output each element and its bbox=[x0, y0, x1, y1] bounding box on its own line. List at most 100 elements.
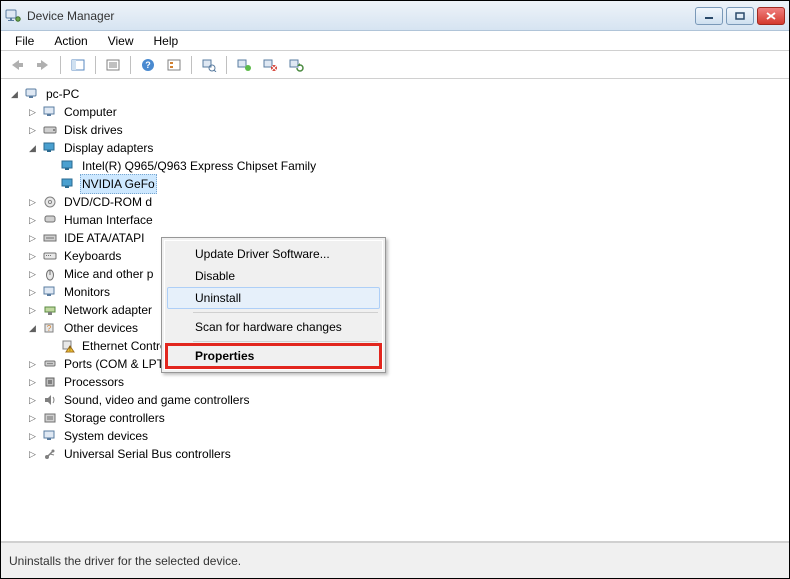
tree-item-hid[interactable]: ▷ Human Interface bbox=[27, 211, 785, 229]
forward-arrow-icon bbox=[35, 58, 51, 72]
tree-item-ethernet-controller[interactable]: ▷ ! Ethernet Controller bbox=[45, 337, 785, 355]
tree-item-disk-drives[interactable]: ▷ Disk drives bbox=[27, 121, 785, 139]
tree-item-other-devices[interactable]: ◢ ? Other devices bbox=[27, 319, 785, 337]
context-uninstall[interactable]: Uninstall bbox=[167, 287, 380, 309]
expand-icon[interactable]: ▷ bbox=[27, 377, 38, 388]
device-tree: ◢ pc-PC ▷ Computer ▷ bbox=[5, 85, 785, 463]
toolbar-forward-button[interactable] bbox=[31, 54, 55, 76]
tree-label: Monitors bbox=[62, 283, 112, 301]
expand-icon[interactable]: ▷ bbox=[27, 395, 38, 406]
minimize-button[interactable] bbox=[695, 7, 723, 25]
storage-icon bbox=[42, 410, 58, 426]
collapse-icon[interactable]: ◢ bbox=[27, 323, 38, 334]
tree-item-nvidia-adapter[interactable]: ▷ NVIDIA GeFo bbox=[45, 175, 785, 193]
titlebar: Device Manager bbox=[1, 1, 789, 31]
toolbar-help-button[interactable]: ? bbox=[136, 54, 160, 76]
collapse-icon[interactable]: ◢ bbox=[9, 89, 20, 100]
tree-item-ports[interactable]: ▷ Ports (COM & LPT) bbox=[27, 355, 785, 373]
maximize-button[interactable] bbox=[726, 7, 754, 25]
expand-icon[interactable]: ▷ bbox=[27, 413, 38, 424]
tree-label: Storage controllers bbox=[62, 409, 167, 427]
tree-item-storage[interactable]: ▷ Storage controllers bbox=[27, 409, 785, 427]
close-button[interactable] bbox=[757, 7, 785, 25]
app-icon bbox=[5, 8, 21, 24]
tree-item-system-devices[interactable]: ▷ System devices bbox=[27, 427, 785, 445]
network-icon bbox=[42, 302, 58, 318]
toolbar-separator bbox=[191, 56, 192, 74]
device-tree-panel[interactable]: ◢ pc-PC ▷ Computer ▷ bbox=[1, 79, 789, 542]
toolbar-show-hide-button[interactable] bbox=[66, 54, 90, 76]
tree-item-mice[interactable]: ▷ Mice and other p bbox=[27, 265, 785, 283]
toolbar-back-button[interactable] bbox=[5, 54, 29, 76]
computer-category-icon bbox=[42, 104, 58, 120]
tree-label: Human Interface bbox=[62, 211, 155, 229]
tree-item-dvd[interactable]: ▷ DVD/CD-ROM d bbox=[27, 193, 785, 211]
svg-text:?: ? bbox=[145, 60, 151, 70]
expand-icon[interactable]: ▷ bbox=[27, 233, 38, 244]
svg-text:?: ? bbox=[47, 324, 52, 333]
tree-item-display-adapters[interactable]: ◢ Display adapters bbox=[27, 139, 785, 157]
tree-item-keyboards[interactable]: ▷ Keyboards bbox=[27, 247, 785, 265]
tree-item-network[interactable]: ▷ Network adapter bbox=[27, 301, 785, 319]
expand-icon[interactable]: ▷ bbox=[27, 287, 38, 298]
context-scan[interactable]: Scan for hardware changes bbox=[167, 316, 380, 338]
context-properties[interactable]: Properties bbox=[167, 345, 380, 367]
expand-icon[interactable]: ▷ bbox=[27, 269, 38, 280]
collapse-icon[interactable]: ◢ bbox=[27, 143, 38, 154]
menu-file[interactable]: File bbox=[7, 32, 42, 50]
expand-icon[interactable]: ▷ bbox=[27, 125, 38, 136]
expand-icon[interactable]: ▷ bbox=[27, 305, 38, 316]
expand-icon[interactable]: ▷ bbox=[27, 251, 38, 262]
enable-icon bbox=[236, 58, 252, 72]
processor-icon bbox=[42, 374, 58, 390]
toolbar-enable-button[interactable] bbox=[232, 54, 256, 76]
warning-device-icon: ! bbox=[60, 338, 76, 354]
menubar: File Action View Help bbox=[1, 31, 789, 51]
context-separator bbox=[193, 312, 378, 313]
close-icon bbox=[766, 12, 776, 20]
menu-action[interactable]: Action bbox=[46, 32, 95, 50]
tree-label: System devices bbox=[62, 427, 150, 445]
panel-icon bbox=[70, 58, 86, 72]
menu-view[interactable]: View bbox=[100, 32, 142, 50]
expand-icon[interactable]: ▷ bbox=[27, 215, 38, 226]
back-arrow-icon bbox=[9, 58, 25, 72]
computer-icon bbox=[24, 86, 40, 102]
toolbar-list-button[interactable] bbox=[162, 54, 186, 76]
toolbar-properties-button[interactable] bbox=[101, 54, 125, 76]
toolbar-separator bbox=[226, 56, 227, 74]
context-menu: Update Driver Software... Disable Uninst… bbox=[161, 237, 386, 373]
tree-item-ide[interactable]: ▷ IDE ATA/ATAPI bbox=[27, 229, 785, 247]
tree-item-processors[interactable]: ▷ Processors bbox=[27, 373, 785, 391]
port-icon bbox=[42, 356, 58, 372]
toolbar-update-button[interactable] bbox=[284, 54, 308, 76]
expand-icon[interactable]: ▷ bbox=[27, 431, 38, 442]
tree-label: Mice and other p bbox=[62, 265, 155, 283]
toolbar-separator bbox=[130, 56, 131, 74]
context-update-driver[interactable]: Update Driver Software... bbox=[167, 243, 380, 265]
tree-item-usb[interactable]: ▷ Universal Serial Bus controllers bbox=[27, 445, 785, 463]
display-adapter-icon bbox=[42, 140, 58, 156]
expand-icon[interactable]: ▷ bbox=[27, 107, 38, 118]
menu-help[interactable]: Help bbox=[146, 32, 187, 50]
keyboard-icon bbox=[42, 248, 58, 264]
tree-item-monitors[interactable]: ▷ Monitors bbox=[27, 283, 785, 301]
tree-root-label: pc-PC bbox=[44, 85, 81, 103]
tree-item-intel-adapter[interactable]: ▷ Intel(R) Q965/Q963 Express Chipset Fam… bbox=[45, 157, 785, 175]
minimize-icon bbox=[704, 12, 714, 20]
expand-icon[interactable]: ▷ bbox=[27, 449, 38, 460]
disk-icon bbox=[42, 122, 58, 138]
list-icon bbox=[166, 58, 182, 72]
tree-label: Disk drives bbox=[62, 121, 125, 139]
toolbar-separator bbox=[95, 56, 96, 74]
toolbar-uninstall-button[interactable] bbox=[258, 54, 282, 76]
context-disable[interactable]: Disable bbox=[167, 265, 380, 287]
toolbar-scan-button[interactable] bbox=[197, 54, 221, 76]
maximize-icon bbox=[735, 12, 745, 20]
tree-label: Computer bbox=[62, 103, 119, 121]
tree-root-row[interactable]: ◢ pc-PC bbox=[9, 85, 785, 103]
tree-item-sound[interactable]: ▷ Sound, video and game controllers bbox=[27, 391, 785, 409]
expand-icon[interactable]: ▷ bbox=[27, 359, 38, 370]
tree-item-computer[interactable]: ▷ Computer bbox=[27, 103, 785, 121]
expand-icon[interactable]: ▷ bbox=[27, 197, 38, 208]
